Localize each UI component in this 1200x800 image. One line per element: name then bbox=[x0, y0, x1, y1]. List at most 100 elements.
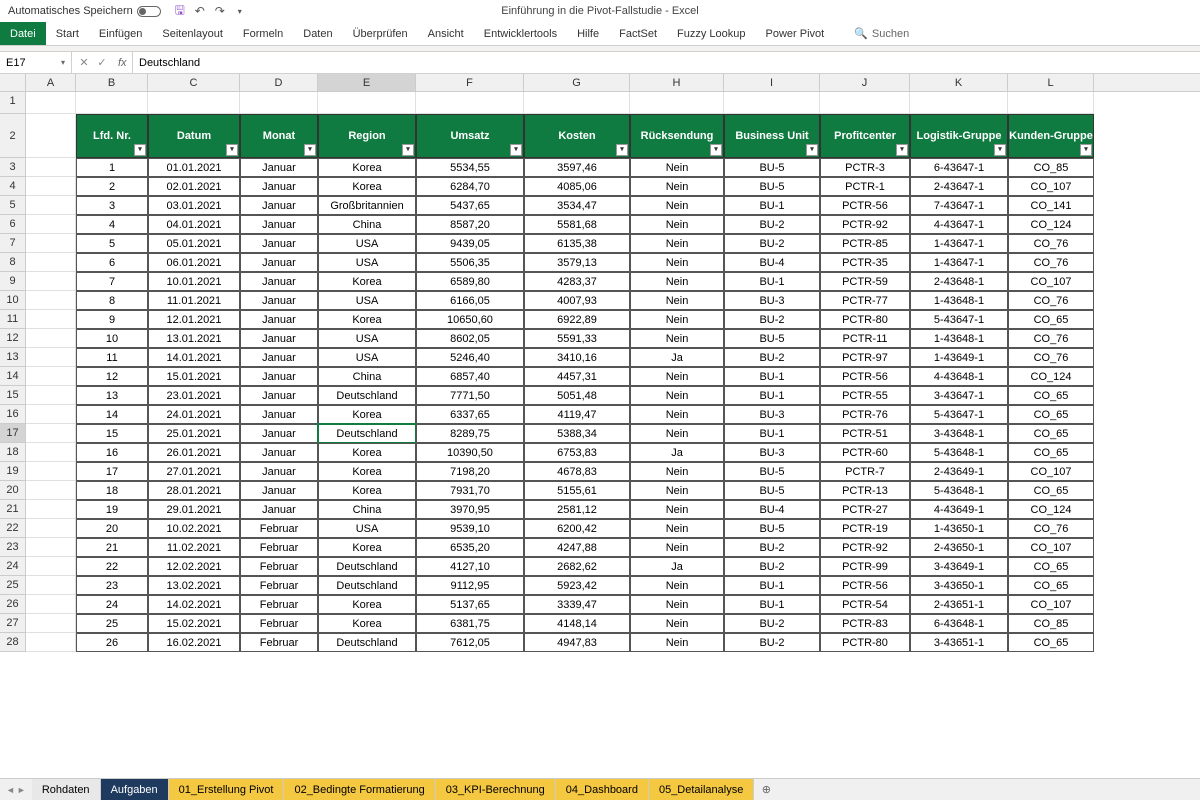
cell-H24[interactable]: Ja bbox=[630, 557, 724, 576]
cell-L12[interactable]: CO_76 bbox=[1008, 329, 1094, 348]
cell-F9[interactable]: 6589,80 bbox=[416, 272, 524, 291]
cell-B9[interactable]: 7 bbox=[76, 272, 148, 291]
ribbon-tab-factset[interactable]: FactSet bbox=[609, 22, 667, 45]
cell-D27[interactable]: Februar bbox=[240, 614, 318, 633]
cell-J27[interactable]: PCTR-83 bbox=[820, 614, 910, 633]
cell-K28[interactable]: 3-43651-1 bbox=[910, 633, 1008, 652]
cell-G11[interactable]: 6922,89 bbox=[524, 310, 630, 329]
cell-B6[interactable]: 4 bbox=[76, 215, 148, 234]
row-header[interactable]: 25 bbox=[0, 576, 26, 595]
cell-I6[interactable]: BU-2 bbox=[724, 215, 820, 234]
cell-L11[interactable]: CO_65 bbox=[1008, 310, 1094, 329]
sheet-nav-last-icon[interactable]: ► bbox=[17, 785, 26, 795]
sheet-nav-first-icon[interactable]: ◄ bbox=[6, 785, 15, 795]
cell-K23[interactable]: 2-43650-1 bbox=[910, 538, 1008, 557]
cell-C1[interactable] bbox=[148, 92, 240, 114]
cell-E13[interactable]: USA bbox=[318, 348, 416, 367]
cell-B17[interactable]: 15 bbox=[76, 424, 148, 443]
cell-A23[interactable] bbox=[26, 538, 76, 557]
cell-H13[interactable]: Ja bbox=[630, 348, 724, 367]
name-box[interactable]: E17 ▾ bbox=[0, 52, 72, 73]
cell-H8[interactable]: Nein bbox=[630, 253, 724, 272]
cell-H21[interactable]: Nein bbox=[630, 500, 724, 519]
cell-D28[interactable]: Februar bbox=[240, 633, 318, 652]
row-header[interactable]: 28 bbox=[0, 633, 26, 652]
cell-K26[interactable]: 2-43651-1 bbox=[910, 595, 1008, 614]
cell-J16[interactable]: PCTR-76 bbox=[820, 405, 910, 424]
cell-I11[interactable]: BU-2 bbox=[724, 310, 820, 329]
cancel-formula-icon[interactable]: ✕ bbox=[76, 56, 92, 69]
cell-A26[interactable] bbox=[26, 595, 76, 614]
cell-E8[interactable]: USA bbox=[318, 253, 416, 272]
cell-K8[interactable]: 1-43647-1 bbox=[910, 253, 1008, 272]
cell-B16[interactable]: 14 bbox=[76, 405, 148, 424]
cell-L7[interactable]: CO_76 bbox=[1008, 234, 1094, 253]
cell-J28[interactable]: PCTR-80 bbox=[820, 633, 910, 652]
cell-C21[interactable]: 29.01.2021 bbox=[148, 500, 240, 519]
cell-B26[interactable]: 24 bbox=[76, 595, 148, 614]
cell-K18[interactable]: 5-43648-1 bbox=[910, 443, 1008, 462]
cell-L26[interactable]: CO_107 bbox=[1008, 595, 1094, 614]
name-box-dropdown-icon[interactable]: ▾ bbox=[61, 58, 65, 67]
row-header[interactable]: 16 bbox=[0, 405, 26, 424]
cell-K17[interactable]: 3-43648-1 bbox=[910, 424, 1008, 443]
cell-E20[interactable]: Korea bbox=[318, 481, 416, 500]
cell-L24[interactable]: CO_65 bbox=[1008, 557, 1094, 576]
cell-L6[interactable]: CO_124 bbox=[1008, 215, 1094, 234]
cell-C5[interactable]: 03.01.2021 bbox=[148, 196, 240, 215]
cell-K7[interactable]: 1-43647-1 bbox=[910, 234, 1008, 253]
add-sheet-button[interactable]: ⊕ bbox=[754, 783, 778, 796]
cell-G14[interactable]: 4457,31 bbox=[524, 367, 630, 386]
cell-L2[interactable]: Kunden-Gruppe▾ bbox=[1008, 114, 1094, 158]
cell-I23[interactable]: BU-2 bbox=[724, 538, 820, 557]
row-header[interactable]: 27 bbox=[0, 614, 26, 633]
cell-C22[interactable]: 10.02.2021 bbox=[148, 519, 240, 538]
cell-D18[interactable]: Januar bbox=[240, 443, 318, 462]
cell-C6[interactable]: 04.01.2021 bbox=[148, 215, 240, 234]
cell-K1[interactable] bbox=[910, 92, 1008, 114]
cell-L16[interactable]: CO_65 bbox=[1008, 405, 1094, 424]
column-header-I[interactable]: I bbox=[724, 74, 820, 91]
cell-K11[interactable]: 5-43647-1 bbox=[910, 310, 1008, 329]
cell-I10[interactable]: BU-3 bbox=[724, 291, 820, 310]
cell-D19[interactable]: Januar bbox=[240, 462, 318, 481]
cell-K16[interactable]: 5-43647-1 bbox=[910, 405, 1008, 424]
sheet-tab-04_dashboard[interactable]: 04_Dashboard bbox=[556, 779, 649, 800]
cell-H9[interactable]: Nein bbox=[630, 272, 724, 291]
cell-J22[interactable]: PCTR-19 bbox=[820, 519, 910, 538]
cell-B13[interactable]: 11 bbox=[76, 348, 148, 367]
cell-J4[interactable]: PCTR-1 bbox=[820, 177, 910, 196]
cell-E1[interactable] bbox=[318, 92, 416, 114]
row-header[interactable]: 8 bbox=[0, 253, 26, 272]
cell-K27[interactable]: 6-43648-1 bbox=[910, 614, 1008, 633]
cell-D14[interactable]: Januar bbox=[240, 367, 318, 386]
cell-K15[interactable]: 3-43647-1 bbox=[910, 386, 1008, 405]
cell-D17[interactable]: Januar bbox=[240, 424, 318, 443]
cell-C26[interactable]: 14.02.2021 bbox=[148, 595, 240, 614]
cell-L28[interactable]: CO_65 bbox=[1008, 633, 1094, 652]
cell-G21[interactable]: 2581,12 bbox=[524, 500, 630, 519]
cell-G25[interactable]: 5923,42 bbox=[524, 576, 630, 595]
cell-A6[interactable] bbox=[26, 215, 76, 234]
filter-dropdown-icon[interactable]: ▾ bbox=[510, 144, 522, 156]
cell-G9[interactable]: 4283,37 bbox=[524, 272, 630, 291]
cell-E9[interactable]: Korea bbox=[318, 272, 416, 291]
cell-L13[interactable]: CO_76 bbox=[1008, 348, 1094, 367]
cell-I7[interactable]: BU-2 bbox=[724, 234, 820, 253]
cell-D2[interactable]: Monat▾ bbox=[240, 114, 318, 158]
filter-dropdown-icon[interactable]: ▾ bbox=[304, 144, 316, 156]
column-header-G[interactable]: G bbox=[524, 74, 630, 91]
cell-C23[interactable]: 11.02.2021 bbox=[148, 538, 240, 557]
cell-J6[interactable]: PCTR-92 bbox=[820, 215, 910, 234]
cell-B27[interactable]: 25 bbox=[76, 614, 148, 633]
cell-J24[interactable]: PCTR-99 bbox=[820, 557, 910, 576]
cell-K2[interactable]: Logistik-Gruppe▾ bbox=[910, 114, 1008, 158]
cell-I12[interactable]: BU-5 bbox=[724, 329, 820, 348]
cell-K6[interactable]: 4-43647-1 bbox=[910, 215, 1008, 234]
cell-L21[interactable]: CO_124 bbox=[1008, 500, 1094, 519]
cell-K9[interactable]: 2-43648-1 bbox=[910, 272, 1008, 291]
cell-C4[interactable]: 02.01.2021 bbox=[148, 177, 240, 196]
row-header[interactable]: 11 bbox=[0, 310, 26, 329]
cell-C20[interactable]: 28.01.2021 bbox=[148, 481, 240, 500]
undo-icon[interactable]: ↶ bbox=[193, 4, 207, 18]
